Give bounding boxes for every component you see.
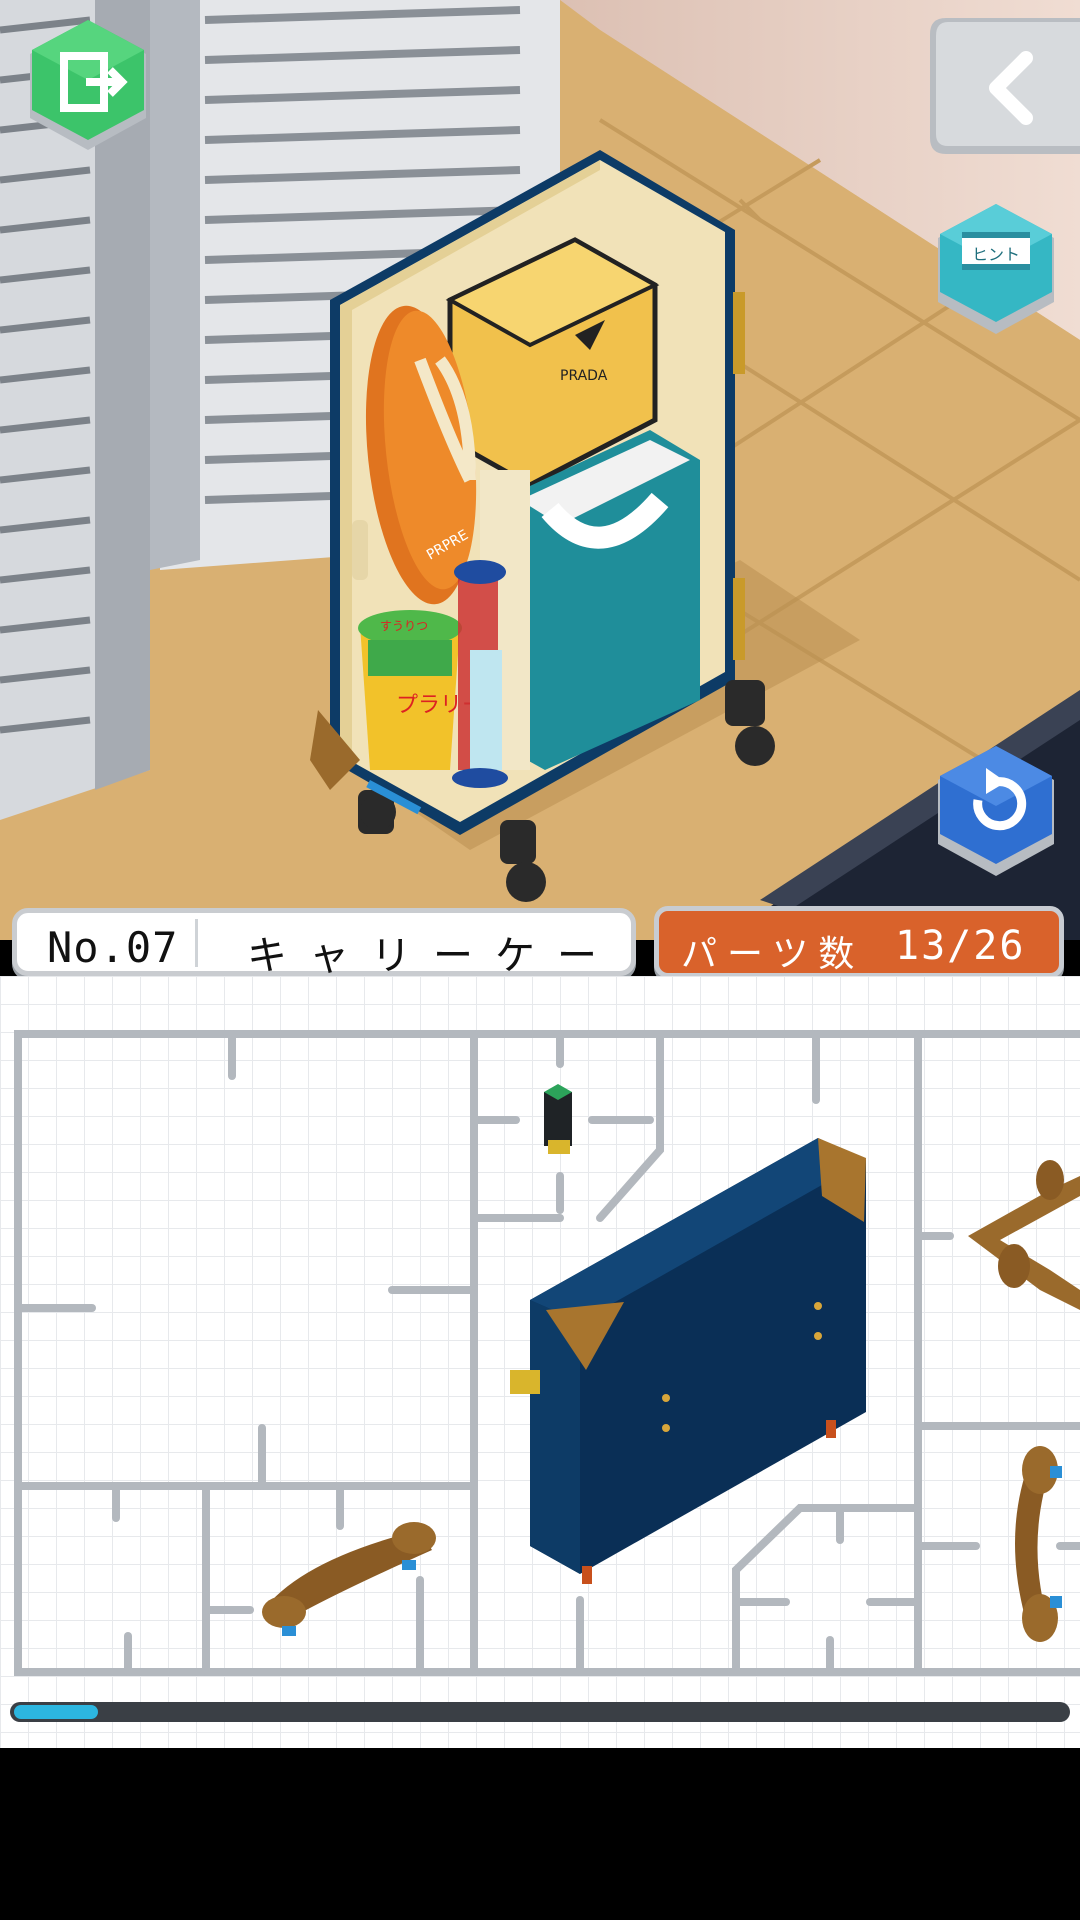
parts-tray[interactable]	[0, 976, 1080, 1748]
exit-button[interactable]	[26, 18, 150, 154]
parts-count: 13/26	[895, 923, 1026, 969]
svg-text:すうりつ: すうりつ	[380, 619, 428, 633]
tray-scrollbar[interactable]	[10, 1702, 1070, 1722]
scene-illustration: PRADA PRPRE プラリー すうりつ	[0, 0, 1080, 940]
part-handle[interactable]	[262, 1522, 436, 1636]
part-bracket[interactable]	[968, 1160, 1080, 1310]
part-small-latch[interactable]	[544, 1084, 572, 1154]
hint-label: ヒント	[972, 245, 1020, 264]
part-handle-side[interactable]	[1015, 1446, 1062, 1642]
svg-text:PRADA: PRADA	[560, 368, 608, 384]
level-title-plate: No.07 キャリーケース	[12, 908, 636, 1037]
back-button[interactable]	[926, 14, 1080, 158]
bottom-black-area	[0, 1748, 1080, 1920]
assembly-scene: PRADA PRPRE プラリー すうりつ ヒント	[0, 0, 1080, 940]
title-divider	[195, 919, 198, 967]
parts-counter: パーツ数 13/26	[654, 906, 1064, 978]
parts-label: パーツ数	[681, 934, 865, 975]
tray-scroll-thumb[interactable]	[14, 1705, 98, 1719]
hint-button[interactable]: ヒント	[934, 202, 1058, 338]
level-number: No.07	[47, 923, 179, 972]
sprue-frame	[14, 1030, 1080, 1676]
undo-button[interactable]	[934, 744, 1058, 880]
